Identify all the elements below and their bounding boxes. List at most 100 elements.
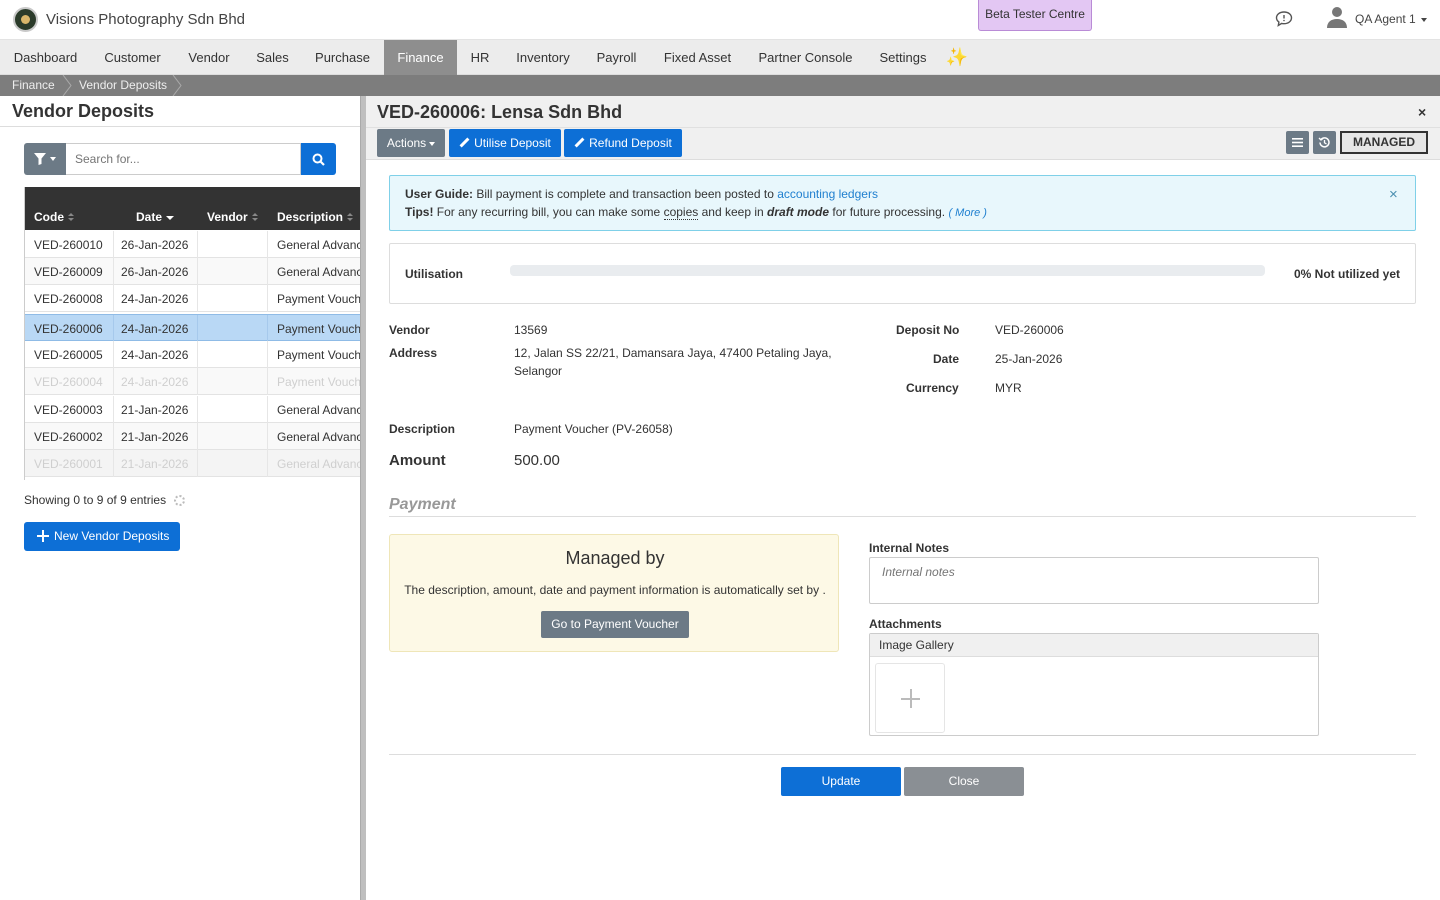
filter-button[interactable] xyxy=(24,143,66,175)
main-nav: Dashboard Customer Vendor Sales Purchase… xyxy=(0,40,1440,75)
pencil-icon xyxy=(459,138,469,148)
utilisation-value: 0% Not utilized yet xyxy=(1294,267,1401,281)
amount-label: Amount xyxy=(389,452,446,469)
column-header-vendor[interactable]: Vendor xyxy=(207,210,258,224)
detail-title: VED-260006: Lensa Sdn Bhd xyxy=(377,102,623,122)
currency-value: MYR xyxy=(995,381,1022,395)
sort-desc-icon xyxy=(166,213,175,222)
address-line-1: 12, Jalan SS 22/21, Damansara Jaya, 4740… xyxy=(514,346,832,360)
chevron-right-icon xyxy=(62,75,72,96)
column-header-date[interactable]: Date xyxy=(136,210,175,224)
nav-vendor[interactable]: Vendor xyxy=(174,40,244,75)
chevron-right-icon xyxy=(172,75,182,96)
loading-icon xyxy=(174,495,185,506)
table-row[interactable]: VED-260008 24-Jan-2026 Payment Voucher xyxy=(25,285,360,312)
table-row-voided[interactable]: VED-260004 24-Jan-2026 Payment Voucher xyxy=(25,368,360,395)
filter-icon xyxy=(34,153,46,165)
utilisation-progress-bar xyxy=(510,265,1265,276)
column-header-code[interactable]: Code xyxy=(34,210,74,224)
address-line-2: Selangor xyxy=(514,364,563,378)
table-row[interactable]: VED-260005 24-Jan-2026 Payment Voucher xyxy=(25,341,360,368)
payment-section-title: Payment xyxy=(389,496,456,513)
sort-icon xyxy=(68,213,74,222)
go-to-payment-voucher-button[interactable]: Go to Payment Voucher xyxy=(541,611,689,638)
company-name[interactable]: Visions Photography Sdn Bhd xyxy=(46,11,245,28)
copies-link[interactable]: copies xyxy=(663,205,699,220)
list-view-button[interactable] xyxy=(1286,131,1309,154)
chat-icon[interactable] xyxy=(1275,10,1293,28)
actions-button[interactable]: Actions xyxy=(377,129,445,157)
table-row[interactable]: VED-260010 26-Jan-2026 General Advance xyxy=(25,231,360,258)
table-row[interactable]: VED-260009 26-Jan-2026 General Advance xyxy=(25,258,360,285)
search-input[interactable] xyxy=(66,143,301,175)
attachments-label: Attachments xyxy=(869,617,942,631)
chevron-down-icon xyxy=(1420,17,1427,22)
sparkle-icon[interactable]: ✨ xyxy=(940,40,974,75)
nav-purchase[interactable]: Purchase xyxy=(301,40,384,75)
status-badge: MANAGED xyxy=(1340,131,1428,154)
close-icon[interactable]: × xyxy=(1418,104,1426,120)
pencil-icon xyxy=(574,138,584,148)
managed-by-text: The description, amount, date and paymen… xyxy=(404,583,826,597)
list-title: Vendor Deposits xyxy=(12,101,155,121)
close-button[interactable]: Close xyxy=(904,767,1024,796)
description-label: Description xyxy=(389,422,456,436)
internal-notes-label: Internal Notes xyxy=(869,541,950,555)
update-button[interactable]: Update xyxy=(781,767,901,796)
panel-splitter[interactable] xyxy=(360,96,366,900)
sort-icon xyxy=(347,213,354,222)
date-label: Date xyxy=(933,352,960,366)
new-button-label: New Vendor Deposits xyxy=(54,529,170,543)
history-icon xyxy=(1318,137,1330,148)
column-header-description[interactable]: Description xyxy=(277,210,354,224)
vendor-deposits-table: Code Date Vendor Description VED-260010 … xyxy=(24,187,360,480)
utilise-deposit-button[interactable]: Utilise Deposit xyxy=(449,129,561,157)
guide-line-1: User Guide: Bill payment is complete and… xyxy=(405,187,878,201)
nav-fixed-asset[interactable]: Fixed Asset xyxy=(650,40,745,75)
beta-tester-centre-button[interactable]: Beta Tester Centre xyxy=(978,0,1092,31)
nav-hr[interactable]: HR xyxy=(457,40,503,75)
nav-partner-console[interactable]: Partner Console xyxy=(745,40,866,75)
nav-finance[interactable]: Finance xyxy=(384,40,457,75)
accounting-ledgers-link[interactable]: accounting ledgers xyxy=(777,187,878,201)
breadcrumb: Finance Vendor Deposits xyxy=(0,75,1440,96)
table-row-voided[interactable]: VED-260001 21-Jan-2026 General Advance xyxy=(25,450,360,477)
nav-customer[interactable]: Customer xyxy=(91,40,174,75)
new-vendor-deposit-button[interactable]: New Vendor Deposits xyxy=(24,522,180,551)
refund-deposit-button[interactable]: Refund Deposit xyxy=(564,129,682,157)
table-row[interactable]: VED-260002 21-Jan-2026 General Advance xyxy=(25,423,360,450)
more-link[interactable]: ( More ) xyxy=(948,207,987,219)
breadcrumb-vendor-deposits[interactable]: Vendor Deposits xyxy=(79,75,167,96)
vendor-label: Vendor xyxy=(389,323,430,337)
managed-by-title: Managed by xyxy=(565,548,665,568)
breadcrumb-finance[interactable]: Finance xyxy=(12,75,55,96)
table-row-selected[interactable]: VED-260006 24-Jan-2026 Payment Voucher xyxy=(25,314,360,342)
history-button[interactable] xyxy=(1313,131,1336,154)
divider xyxy=(0,126,360,127)
table-row[interactable]: VED-260003 21-Jan-2026 General Advance xyxy=(25,396,360,423)
sort-icon xyxy=(251,213,258,222)
image-gallery: Image Gallery xyxy=(869,633,1319,736)
managed-by-box: Managed by The description, amount, date… xyxy=(389,534,839,652)
entries-count: Showing 0 to 9 of 9 entries xyxy=(24,493,167,507)
user-name: QA Agent 1 xyxy=(1355,12,1416,26)
nav-dashboard[interactable]: Dashboard xyxy=(0,40,91,75)
add-attachment-button[interactable] xyxy=(875,663,945,733)
close-icon[interactable]: × xyxy=(1389,186,1398,203)
nav-settings[interactable]: Settings xyxy=(866,40,940,75)
address-label: Address xyxy=(389,346,438,360)
detail-header: VED-260006: Lensa Sdn Bhd × xyxy=(366,96,1440,128)
description-value: Payment Voucher (PV-26058) xyxy=(514,422,673,436)
company-logo[interactable] xyxy=(13,7,38,32)
utilisation-label: Utilisation xyxy=(405,267,464,281)
nav-inventory[interactable]: Inventory xyxy=(503,40,583,75)
nav-payroll[interactable]: Payroll xyxy=(583,40,650,75)
currency-label: Currency xyxy=(906,381,959,395)
user-avatar-icon[interactable] xyxy=(1327,6,1347,28)
internal-notes-input[interactable] xyxy=(869,557,1319,604)
vendor-value: 13569 xyxy=(514,323,548,337)
deposit-no-value: VED-260006 xyxy=(995,323,1064,337)
user-menu[interactable]: QA Agent 1 xyxy=(1355,12,1427,26)
nav-sales[interactable]: Sales xyxy=(244,40,301,75)
search-button[interactable] xyxy=(301,143,336,175)
